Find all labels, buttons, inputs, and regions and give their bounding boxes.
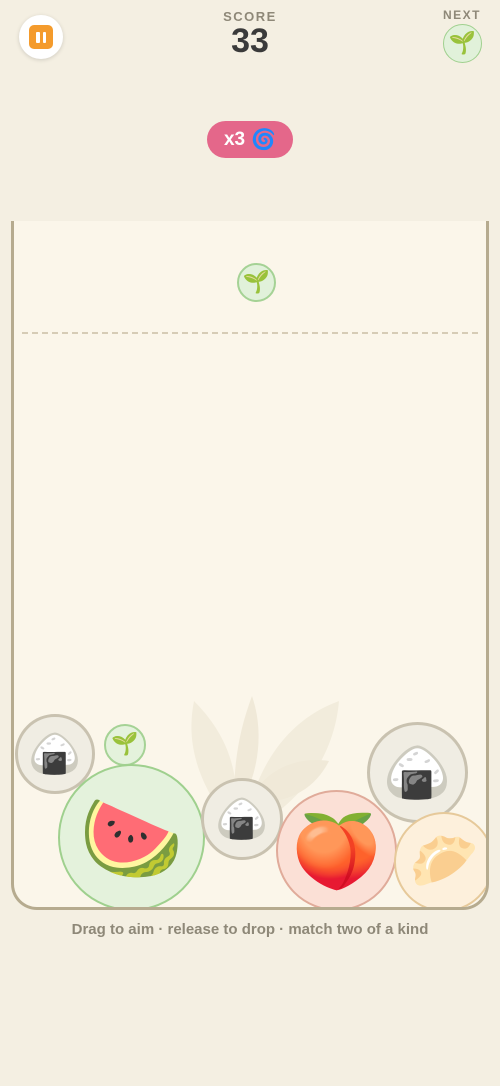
- aimed-sprout-piece[interactable]: 🌱: [237, 263, 276, 302]
- watermelon-orb: 🍉: [58, 764, 205, 907]
- next-label: NEXT: [442, 8, 481, 22]
- combo-multiplier: x3: [223, 128, 246, 150]
- watermelon-icon: 🍉: [79, 788, 184, 887]
- sprout-icon: 🌱: [242, 269, 271, 295]
- rice-ball-icon: 🍙: [215, 794, 269, 843]
- play-area[interactable]: 🌱 🍙 🌱 🍉 🍙 🍑 🍙 🥟: [11, 221, 489, 910]
- rice-ball-orb: 🍙: [367, 722, 468, 823]
- instructions-text: Drag to aim · release to drop · match tw…: [71, 921, 429, 938]
- peach-orb: 🍑: [276, 790, 397, 907]
- rice-ball-orb: 🍙: [201, 778, 283, 860]
- sprout-orb: 🌱: [104, 724, 146, 766]
- rice-ball-icon: 🍙: [28, 729, 82, 778]
- next-piece-preview: 🌱: [443, 24, 482, 63]
- sprout-icon: 🌱: [111, 732, 139, 757]
- sprout-icon: 🌱: [448, 30, 477, 56]
- dumpling-icon: 🥟: [409, 829, 479, 894]
- dumpling-orb: 🥟: [394, 812, 486, 907]
- cyclone-icon: 🌀: [251, 128, 277, 151]
- combo-badge: x3 🌀: [207, 121, 293, 158]
- score-value: 33: [231, 22, 269, 60]
- rice-ball-icon: 🍙: [383, 740, 452, 804]
- drop-limit-line: [22, 332, 478, 334]
- peach-icon: 🍑: [291, 808, 382, 893]
